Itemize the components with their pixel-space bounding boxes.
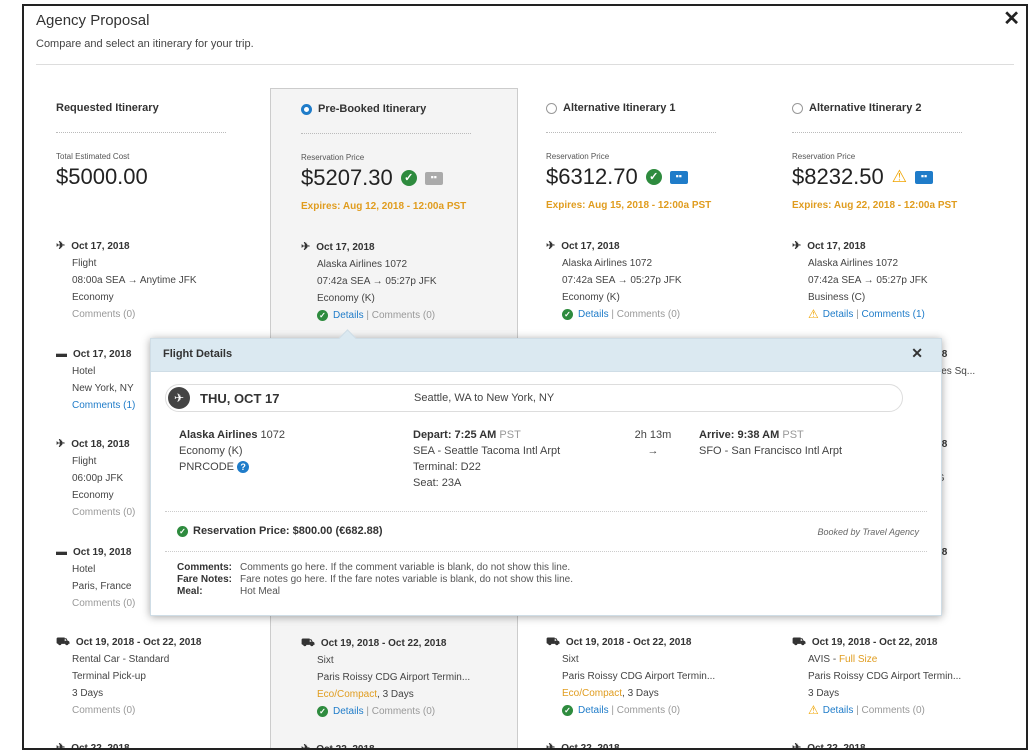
comments-link[interactable]: Comments (0) — [617, 702, 680, 719]
segment-car: ⛟ Oct 19, 2018 - Oct 22, 2018 Rental Car … — [56, 634, 201, 719]
details-link[interactable]: Details — [333, 307, 364, 324]
dialog-subtitle: Compare and select an itinerary for your… — [36, 38, 254, 50]
check-circle-icon: ✓ — [400, 170, 417, 186]
reservation-price: ✓ Reservation Price: $800.00 (€682.88) — [177, 525, 383, 537]
comments-link[interactable]: Comments (0) — [372, 703, 435, 720]
warning-icon: ⚠ — [891, 167, 908, 186]
help-icon[interactable]: ? — [237, 461, 250, 473]
segment-flight: ✈ Oct 17, 2018 Alaska Airlines 1072 07:42… — [792, 240, 928, 323]
car-icon: ⛟ — [546, 636, 560, 648]
plane-icon: ✈ — [792, 742, 802, 750]
column-header[interactable]: Pre-Booked Itinerary — [301, 103, 426, 115]
comments-link[interactable]: Comments (0) — [617, 306, 680, 323]
price-label: Reservation Price — [301, 153, 365, 162]
segment-car: ⛟ Oct 19, 2018 - Oct 22, 2018 AVIS - Full… — [792, 636, 962, 719]
plane-icon: ✈ — [546, 742, 556, 750]
column-header: Requested Itinerary — [56, 102, 159, 114]
plane-icon: ✈ — [546, 240, 556, 252]
car-icon: ⛟ — [301, 637, 315, 649]
check-circle-icon: ✓ — [177, 525, 188, 537]
car-icon: ⛟ — [792, 636, 806, 648]
comment-icon[interactable]: ▪▪ — [669, 170, 688, 184]
flight-notes: Comments: Comments go here. If the commen… — [177, 562, 573, 597]
check-circle-icon: ✓ — [562, 705, 573, 716]
bed-icon: ▬ — [56, 546, 67, 558]
check-circle-icon: ✓ — [562, 309, 573, 320]
plane-icon: ✈ — [56, 240, 66, 252]
segment-next: ✈ Oct 22, 2018 — [56, 740, 130, 750]
plane-icon: ✈ — [301, 241, 311, 253]
dialog-title: Agency Proposal — [36, 12, 150, 29]
segment-next: ✈ Oct 22, 2018 — [546, 740, 620, 750]
segment-flight: ✈ Oct 17, 2018 Alaska Airlines 1072 07:42… — [301, 239, 437, 324]
flight-day: THU, OCT 17 — [200, 391, 280, 406]
radio-unselected-icon[interactable] — [546, 102, 557, 114]
details-link[interactable]: Details — [823, 702, 854, 719]
divider — [36, 64, 1014, 65]
arrow-right-icon: → — [647, 445, 659, 457]
warning-icon: ⚠ — [808, 703, 819, 717]
price-label: Reservation Price — [546, 152, 610, 161]
column-header[interactable]: Alternative Itinerary 1 — [546, 102, 676, 114]
comments-link[interactable]: Comments (0) — [56, 702, 201, 719]
comments-link[interactable]: Comments (1) — [56, 397, 135, 414]
warning-icon: ⚠ — [808, 307, 819, 321]
flight-duration: 2h 13m → — [623, 427, 683, 459]
price-value: $8232.50 ⚠ ▪▪ — [792, 164, 934, 190]
segment-hotel: ▬ Oct 17, 2018 Hotel New York, NY Comment… — [56, 346, 135, 414]
flight-details-popover: Flight Details ✕ ✈ THU, OCT 17 Seattle, … — [150, 329, 942, 616]
expires-text: Expires: Aug 15, 2018 - 12:00a PST — [546, 200, 712, 211]
price-label: Total Estimated Cost — [56, 152, 130, 161]
segment-car: ⛟ Oct 19, 2018 - Oct 22, 2018 Sixt Paris … — [546, 634, 715, 719]
depart-info: Depart: 7:25 AM PST SEA - Seattle Tacoma… — [413, 429, 561, 489]
plane-icon: ✈ — [168, 387, 190, 409]
check-circle-icon: ✓ — [317, 706, 328, 717]
bed-icon: ▬ — [56, 348, 67, 360]
day-header: ✈ THU, OCT 17 Seattle, WA to New York, N… — [165, 384, 903, 412]
segment-flight: ✈ Oct 17, 2018 Alaska Airlines 1072 07:42… — [546, 238, 682, 323]
expires-text: Expires: Aug 22, 2018 - 12:00a PST — [792, 200, 958, 211]
details-link[interactable]: Details — [578, 306, 609, 323]
column-header[interactable]: Alternative Itinerary 2 — [792, 102, 922, 114]
details-link[interactable]: Details — [333, 703, 364, 720]
comment-icon[interactable]: ▪▪ — [915, 170, 934, 184]
segment-flight: ✈ Oct 18, 2018 Flight 06:00p JFK Economy … — [56, 436, 135, 521]
agency-proposal-dialog: Agency Proposal Compare and select an it… — [22, 4, 1028, 750]
plane-icon: ✈ — [56, 438, 66, 450]
plane-icon: ✈ — [792, 240, 802, 252]
details-link[interactable]: Details — [823, 306, 854, 323]
comments-link[interactable]: Comments (0) — [56, 595, 135, 612]
price-value: $5207.30 ✓ ▪▪ — [301, 165, 443, 191]
price-label: Reservation Price — [792, 152, 856, 161]
comments-link[interactable]: Comments (0) — [56, 504, 135, 521]
check-circle-icon: ✓ — [317, 310, 328, 321]
radio-selected-icon[interactable] — [301, 103, 312, 115]
booked-by: Booked by Travel Agency — [817, 527, 919, 537]
segment-flight: ✈ Oct 17, 2018 Flight 08:00a SEA → Anytim… — [56, 238, 197, 323]
price-value: $6312.70 ✓ ▪▪ — [546, 164, 688, 190]
arrive-info: Arrive: 9:38 AM PST SFO - San Francisco … — [699, 429, 843, 457]
close-icon[interactable]: ✕ — [911, 345, 923, 362]
car-icon: ⛟ — [56, 636, 70, 648]
close-icon[interactable]: ✕ — [1003, 6, 1020, 31]
comments-link[interactable]: Comments (0) — [862, 702, 925, 719]
expires-text: Expires: Aug 12, 2018 - 12:00a PST — [301, 201, 467, 212]
check-circle-icon: ✓ — [645, 169, 662, 185]
plane-icon: ✈ — [56, 742, 66, 750]
popover-title: Flight Details — [163, 348, 233, 360]
comments-link[interactable]: Comments (0) — [56, 306, 197, 323]
comments-link[interactable]: Comments (0) — [372, 307, 435, 324]
radio-unselected-icon[interactable] — [792, 102, 803, 114]
segment-car: ⛟ Oct 19, 2018 - Oct 22, 2018 Sixt Paris … — [301, 635, 470, 720]
comments-link[interactable]: Comments (1) — [862, 306, 925, 323]
price-value: $5000.00 — [56, 164, 148, 189]
flight-route: Seattle, WA to New York, NY — [414, 392, 555, 404]
details-link[interactable]: Details — [578, 702, 609, 719]
segment-hotel: ▬ Oct 19, 2018 Hotel Paris, France Commen… — [56, 544, 135, 612]
segment-next: ✈ Oct 22, 2018 — [792, 740, 866, 750]
comment-icon[interactable]: ▪▪ — [424, 171, 443, 185]
airline-info: Alaska Airlines 1072 Economy (K) PNRCODE… — [179, 429, 286, 473]
